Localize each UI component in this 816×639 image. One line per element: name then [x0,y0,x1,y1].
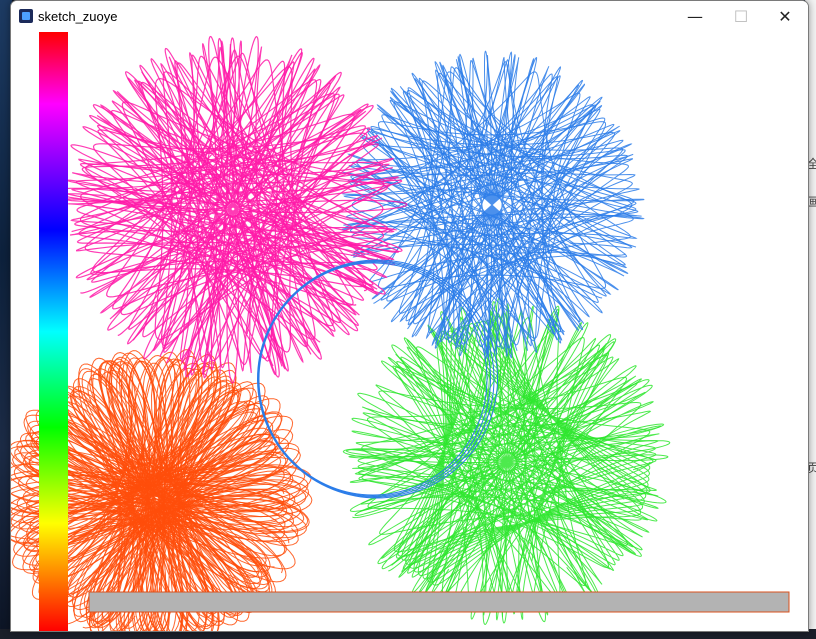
color-palette-bar[interactable] [39,32,68,631]
maximize-button[interactable]: ☐ [718,1,764,31]
spirograph-layer [11,35,671,631]
bottom-slider-bar[interactable] [88,591,790,613]
title-bar[interactable]: sketch_zuoye — ☐ ✕ [11,1,808,31]
sketch-window: sketch_zuoye — ☐ ✕ [10,0,809,632]
sketch-canvas[interactable] [11,32,808,631]
app-icon [19,9,33,23]
minimize-button[interactable]: — [672,1,718,31]
window-title: sketch_zuoye [38,9,118,24]
close-button[interactable]: ✕ [762,1,808,31]
drawing-surface[interactable] [11,32,808,631]
